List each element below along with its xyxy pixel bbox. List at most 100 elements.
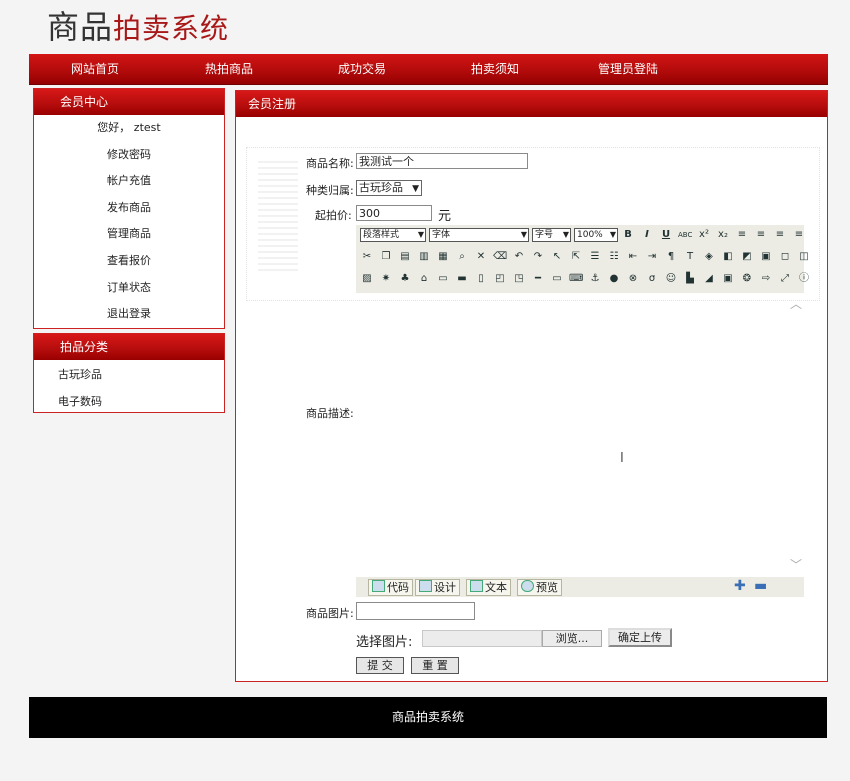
delete-icon[interactable]: ✕ (474, 250, 488, 264)
mode-design-tab[interactable]: 设计 (415, 579, 460, 596)
select-icon[interactable]: ↖ (550, 250, 564, 264)
flash-icon[interactable]: ✷ (379, 272, 393, 286)
font-size-value: 字号 (535, 230, 554, 240)
special-char-icon[interactable]: σ (645, 272, 659, 286)
file-path-field[interactable] (422, 630, 542, 647)
link-icon[interactable]: ● (607, 272, 621, 286)
export-icon[interactable]: ⇨ (759, 272, 773, 286)
table-icon[interactable]: ▭ (436, 272, 450, 286)
background-color-icon[interactable]: ◧ (721, 250, 735, 264)
underline-icon[interactable]: U (659, 228, 673, 242)
expand-editor-icon[interactable]: ✚ (734, 578, 746, 594)
zoom-select[interactable]: 100% ▼ (574, 228, 618, 242)
about-icon[interactable]: ⓘ (797, 272, 811, 286)
keyboard-icon[interactable]: ⌨ (569, 272, 583, 286)
nav-rules[interactable]: 拍卖须知 (471, 54, 519, 84)
stamp-icon[interactable]: ❂ (740, 272, 754, 286)
media-icon[interactable]: ♣ (398, 272, 412, 286)
marquee-icon[interactable]: ◢ (702, 272, 716, 286)
format-icon[interactable]: ◩ (740, 250, 754, 264)
italic-icon[interactable]: I (640, 228, 654, 242)
image-icon[interactable]: ▨ (360, 272, 374, 286)
mode-text-tab[interactable]: 文本 (466, 579, 511, 596)
align-left-icon[interactable]: ≡ (735, 228, 749, 242)
insert-row-icon[interactable]: ▬ (455, 272, 469, 286)
outdent-icon[interactable]: ⇤ (626, 250, 640, 264)
iframe-icon[interactable]: ◰ (493, 272, 507, 286)
redo-icon[interactable]: ↷ (531, 250, 545, 264)
text-color-icon[interactable]: T (683, 250, 697, 264)
menu-logout[interactable]: 退出登录 (34, 301, 224, 328)
submit-button[interactable]: 提 交 (356, 657, 404, 674)
font-size-select[interactable]: 字号 ▼ (532, 228, 571, 242)
align-justify-icon[interactable]: ≡ (792, 228, 806, 242)
strikethrough-icon[interactable]: ABC (678, 228, 692, 242)
home-icon[interactable]: ⌂ (417, 272, 431, 286)
chart-icon[interactable]: ▙ (683, 272, 697, 286)
paste-text-icon[interactable]: ▥ (417, 250, 431, 264)
paragraph-icon[interactable]: ¶ (664, 250, 678, 264)
paragraph-style-select[interactable]: 段落样式 ▼ (360, 228, 426, 242)
indent-icon[interactable]: ⇥ (645, 250, 659, 264)
font-select[interactable]: 字体 ▼ (429, 228, 529, 242)
cut-icon[interactable]: ✂ (360, 250, 374, 264)
scroll-up-icon[interactable]: ︿ (790, 295, 802, 312)
item-image-input[interactable] (356, 602, 475, 620)
highlight-icon[interactable]: ◈ (702, 250, 716, 264)
category-item[interactable]: 电子数码 (34, 389, 224, 416)
mode-code-label: 代码 (387, 581, 409, 594)
frame-icon[interactable]: ◻ (778, 250, 792, 264)
menu-order-status[interactable]: 订单状态 (34, 275, 224, 302)
mode-preview-label: 预览 (536, 581, 558, 594)
copy-icon[interactable]: ❐ (379, 250, 393, 264)
mode-preview-tab[interactable]: 预览 (517, 579, 562, 596)
mode-code-tab[interactable]: 代码 (368, 579, 413, 596)
menu-publish-item[interactable]: 发布商品 (34, 195, 224, 222)
anchor-icon[interactable]: ⚓ (588, 272, 602, 286)
bold-icon[interactable]: B (621, 228, 635, 242)
select-all-icon[interactable]: ⇱ (569, 250, 583, 264)
scroll-down-icon[interactable]: ﹀ (790, 556, 802, 573)
menu-manage-items[interactable]: 管理商品 (34, 221, 224, 248)
form-icon[interactable]: ◳ (512, 272, 526, 286)
reset-button[interactable]: 重 置 (411, 657, 459, 674)
find-icon[interactable]: ⌕ (455, 250, 469, 264)
paste-word-icon[interactable]: ▦ (436, 250, 450, 264)
layer-icon[interactable]: ◫ (797, 250, 811, 264)
nav-admin-login[interactable]: 管理员登陆 (598, 54, 658, 84)
input-icon[interactable]: ▭ (550, 272, 564, 286)
editor-mode-bar: 代码 设计 文本 预览 ✚ ▬ (356, 577, 804, 597)
box-icon[interactable]: ▣ (759, 250, 773, 264)
hr-icon[interactable]: ━ (531, 272, 545, 286)
item-name-input[interactable]: 我测试一个 (356, 153, 528, 169)
unordered-list-icon[interactable]: ☷ (607, 250, 621, 264)
emoticon-icon[interactable]: ☺ (664, 272, 678, 286)
template-icon[interactable]: ▣ (721, 272, 735, 286)
menu-recharge[interactable]: 帐户充值 (34, 168, 224, 195)
shrink-editor-icon[interactable]: ▬ (754, 578, 767, 594)
item-type-select[interactable]: 古玩珍品 ▼ (356, 180, 422, 196)
eraser-icon[interactable]: ⌫ (493, 250, 507, 264)
ordered-list-icon[interactable]: ☰ (588, 250, 602, 264)
nav-hot[interactable]: 热拍商品 (205, 54, 253, 84)
nav-home[interactable]: 网站首页 (71, 54, 119, 84)
browse-button[interactable]: 浏览... (542, 630, 602, 647)
item-form-panel: 会员注册 商品名称: 我测试一个 种类归属: 古玩珍品 ▼ 起拍价: 300 元 … (235, 90, 828, 682)
category-item[interactable]: 古玩珍品 (34, 362, 224, 389)
subscript-icon[interactable]: x₂ (716, 228, 730, 242)
align-right-icon[interactable]: ≡ (773, 228, 787, 242)
superscript-icon[interactable]: x² (697, 228, 711, 242)
description-editor[interactable]: ︿ I ﹀ (356, 295, 804, 575)
menu-view-bids[interactable]: 查看报价 (34, 248, 224, 275)
price-unit: 元 (438, 209, 452, 224)
insert-column-icon[interactable]: ▯ (474, 272, 488, 286)
unlink-icon[interactable]: ⊗ (626, 272, 640, 286)
undo-icon[interactable]: ↶ (512, 250, 526, 264)
fullscreen-icon[interactable]: ⤢ (778, 272, 792, 286)
menu-change-password[interactable]: 修改密码 (34, 142, 224, 169)
align-center-icon[interactable]: ≡ (754, 228, 768, 242)
start-price-input[interactable]: 300 (356, 205, 432, 221)
nav-deals[interactable]: 成功交易 (338, 54, 386, 84)
paste-icon[interactable]: ▤ (398, 250, 412, 264)
confirm-upload-button[interactable]: 确定上传 (608, 628, 672, 647)
